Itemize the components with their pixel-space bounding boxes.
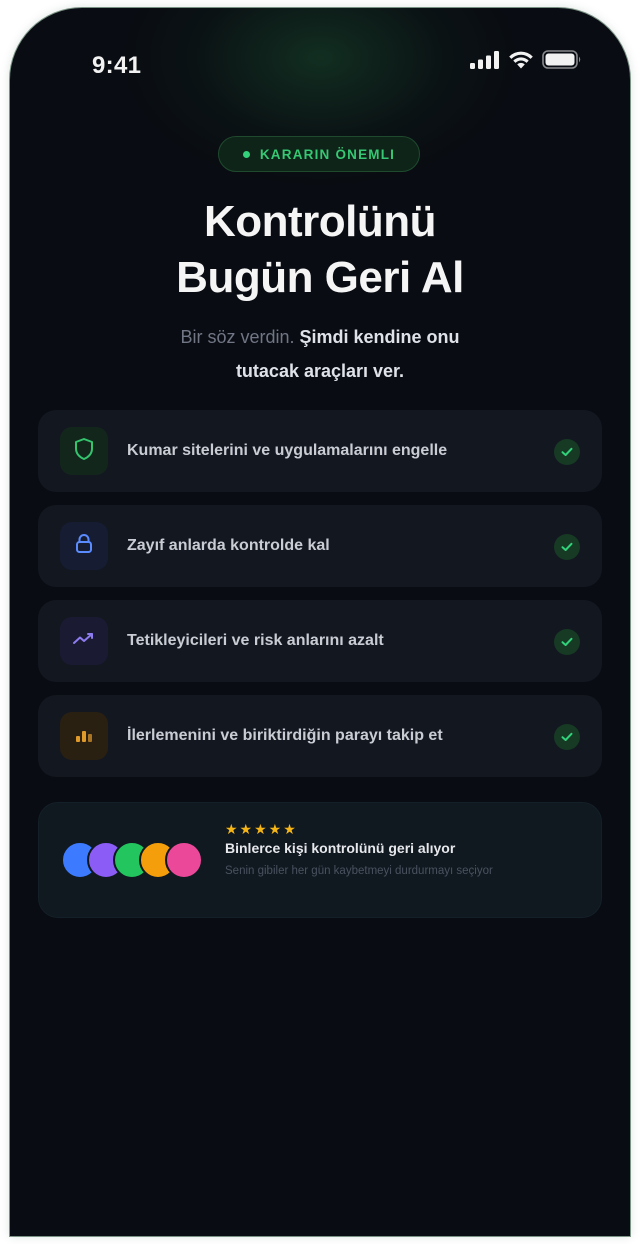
feature-icon-box [60, 427, 108, 475]
lock-icon [73, 532, 95, 561]
status-bar: 9:41 [10, 8, 630, 108]
avatar-stack [61, 841, 211, 879]
subtitle-strong-2: tutacak araçları ver. [235, 361, 405, 381]
status-icons [470, 50, 582, 74]
check-icon [554, 724, 580, 750]
feature-icon-box [60, 617, 108, 665]
check-icon [554, 629, 580, 655]
badge-label: KARARIN ÖNEMLI [259, 146, 396, 162]
feature-label: İlerlemenini ve biriktirdiğin parayı tak… [127, 727, 443, 744]
trend-line-icon [72, 629, 96, 654]
feature-item-block-gambling: Kumar sitelerini ve uygulamalarını engel… [38, 410, 602, 492]
importance-badge: KARARIN ÖNEMLI [218, 136, 420, 172]
feature-item-stay-in-control: Zayıf anlarda kontrolde kal [38, 505, 602, 587]
feature-item-reduce-triggers: Tetikleyicileri ve risk anlarını azalt [38, 600, 602, 682]
feature-icon-box [60, 522, 108, 570]
feature-item-track-progress: İlerlemenini ve biriktirdiğin parayı tak… [38, 695, 602, 777]
feature-label: Kumar sitelerini ve uygulamalarını engel… [127, 442, 448, 459]
feature-list: Kumar sitelerini ve uygulamalarını engel… [38, 410, 602, 790]
subtitle-strong-1: Şimdi kendine onu [299, 327, 460, 347]
check-icon [554, 439, 580, 465]
bar-chart-icon [73, 723, 95, 750]
avatar [165, 841, 203, 879]
feature-label: Zayıf anlarda kontrolde kal [127, 537, 330, 554]
title-line-2: Bugün Geri Al [176, 253, 464, 302]
subtitle-muted: Bir söz verdin. [180, 327, 295, 347]
page-title: Kontrolünü Bugün Geri Al [10, 194, 630, 306]
feature-label: Tetikleyicileri ve risk anlarını azalt [127, 632, 384, 649]
social-proof-card: ★★★★★ Binlerce kişi kontrolünü geri alıy… [38, 802, 602, 918]
status-time: 9:41 [92, 52, 142, 79]
check-icon [554, 534, 580, 560]
social-proof-description: Senin gibiler her gün kaybetmeyi durdurm… [225, 865, 493, 877]
subtitle: Bir söz verdin. Şimdi kendine onu tutaca… [10, 320, 630, 388]
feature-icon-box [60, 712, 108, 760]
phone-screen: 9:41 KARARIN ÖNEMLI Kontrolünü Bugün Ger… [10, 8, 630, 1236]
wifi-icon [508, 50, 534, 74]
shield-icon [73, 437, 95, 466]
rating-stars-icon: ★★★★★ [225, 821, 298, 837]
battery-icon [542, 50, 582, 74]
social-proof-title: Binlerce kişi kontrolünü geri alıyor [225, 840, 456, 856]
badge-dot-icon [242, 150, 250, 158]
title-line-1: Kontrolünü [203, 197, 437, 246]
cellular-signal-icon [470, 50, 500, 74]
